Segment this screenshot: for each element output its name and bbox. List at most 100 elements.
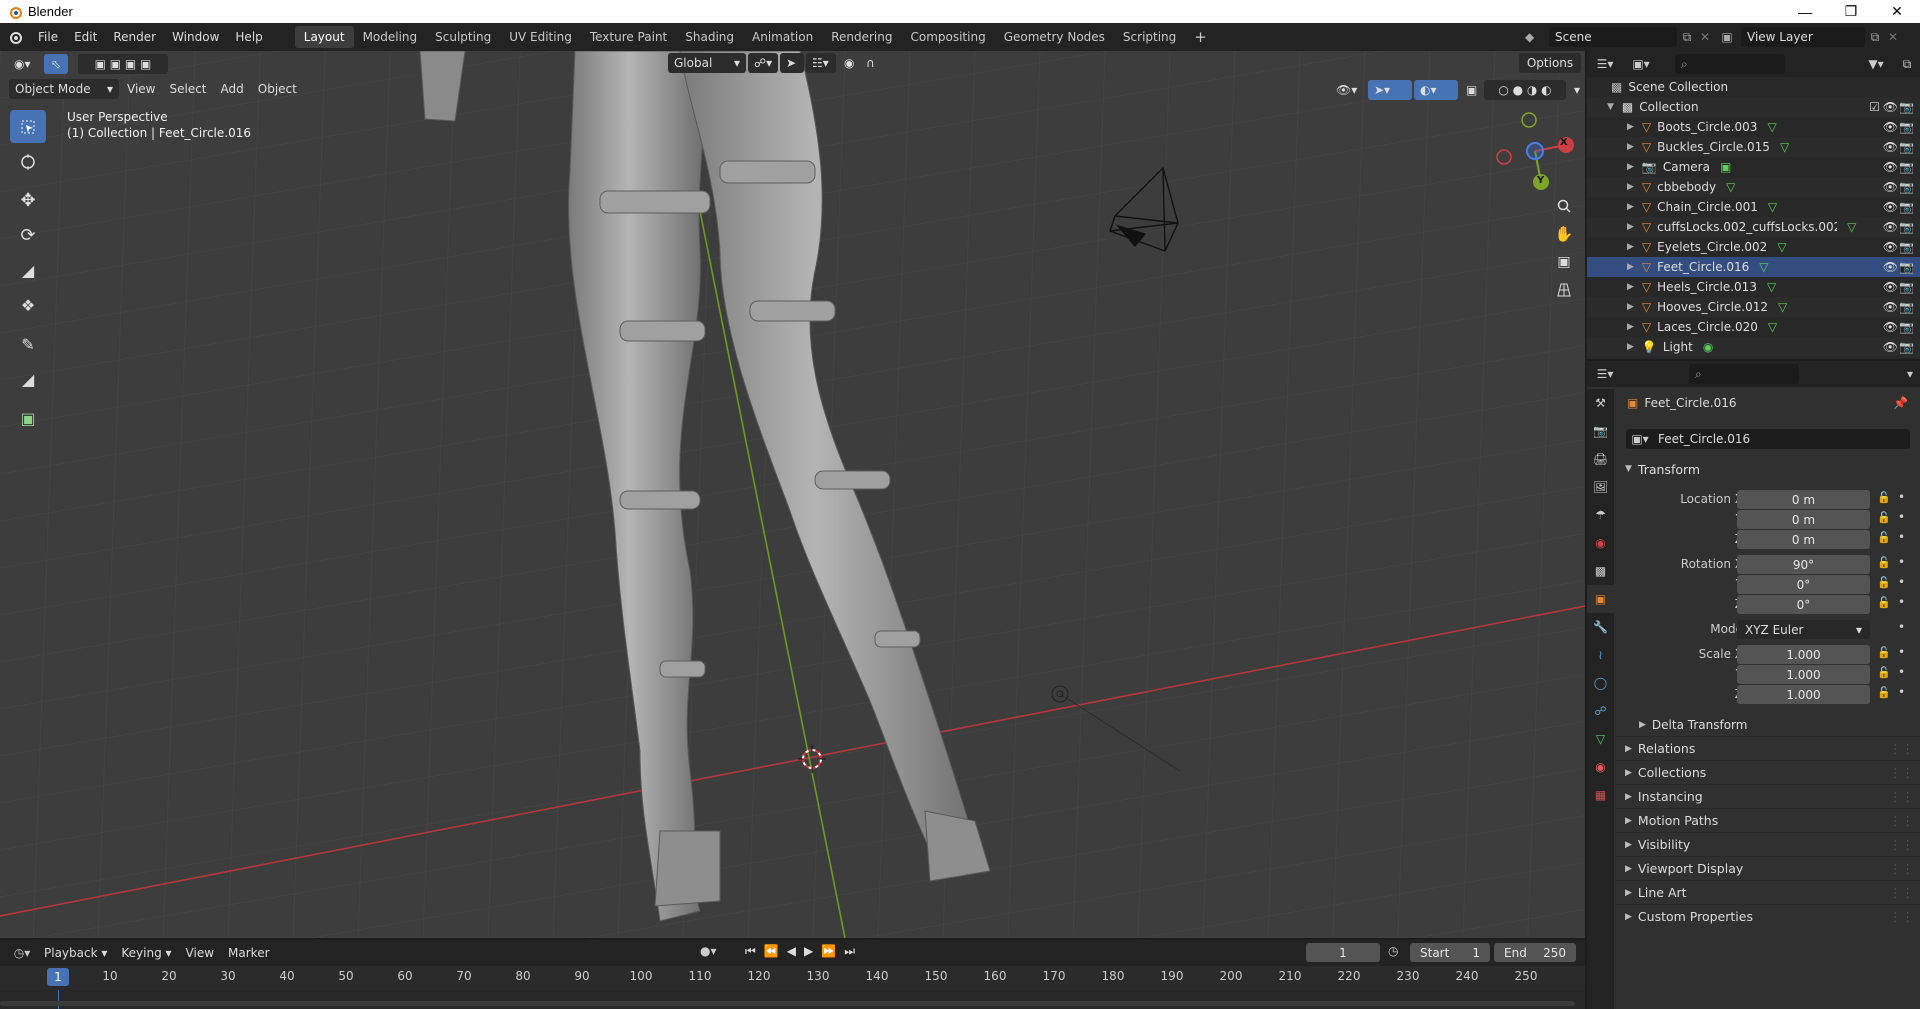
world-tab-icon[interactable]: ◉ bbox=[1587, 529, 1614, 557]
panel-header-visibility[interactable]: ▶ Visibility ⋮⋮ bbox=[1617, 832, 1920, 856]
panel-header-line-art[interactable]: ▶ Line Art ⋮⋮ bbox=[1617, 880, 1920, 904]
expand-chevron-icon[interactable]: ▶ bbox=[1627, 222, 1634, 232]
render-camera-icon[interactable]: 📷 bbox=[1899, 320, 1914, 334]
location-y-field[interactable]: 0 m bbox=[1737, 510, 1870, 529]
drag-handle-icon[interactable]: ⋮⋮ bbox=[1889, 813, 1914, 828]
filter-icon[interactable]: ▼▾ bbox=[1858, 57, 1894, 71]
lock-icon[interactable]: 🔓 bbox=[1877, 531, 1891, 544]
outliner-item[interactable]: ▶ ▽ Hooves_Circle.012 ▽ 👁 📷 bbox=[1587, 297, 1920, 317]
expand-chevron-icon[interactable]: ▶ bbox=[1627, 342, 1634, 352]
playhead[interactable]: 1 bbox=[47, 968, 69, 986]
menu-file[interactable]: File bbox=[30, 26, 66, 48]
preview-range-icon[interactable]: ◷ bbox=[1388, 944, 1398, 958]
tab-modeling[interactable]: Modeling bbox=[354, 26, 427, 48]
keyframe-dot-icon[interactable]: • bbox=[1898, 685, 1905, 699]
render-camera-icon[interactable]: 📷 bbox=[1899, 120, 1914, 134]
play-icon[interactable]: ▶ bbox=[804, 944, 813, 959]
eye-icon[interactable]: 👁 bbox=[1883, 320, 1898, 334]
timeline-scrollbar[interactable] bbox=[0, 1001, 1575, 1006]
mesh-data-icon[interactable]: ▽ bbox=[1768, 320, 1777, 334]
mesh-data-icon[interactable]: ▽ bbox=[1780, 140, 1789, 154]
new-collection-icon[interactable]: ⧉ bbox=[1894, 57, 1920, 72]
timeline-menu-keying[interactable]: Keying ▾ bbox=[115, 943, 177, 963]
panel-header-collections[interactable]: ▶ Collections ⋮⋮ bbox=[1617, 760, 1920, 784]
viewport-menu-view[interactable]: View bbox=[121, 79, 161, 99]
view-layer-icon[interactable]: ▣ bbox=[1713, 30, 1741, 44]
outliner-item[interactable]: ▶ ▽ Eyelets_Circle.002 ▽ 👁 📷 bbox=[1587, 237, 1920, 257]
render-camera-icon[interactable]: 📷 bbox=[1899, 300, 1914, 314]
scene-tab-icon[interactable]: ☂ bbox=[1587, 501, 1614, 529]
scale-y-field[interactable]: 1.000 bbox=[1737, 665, 1870, 684]
timeline-menu-playback[interactable]: Playback ▾ bbox=[38, 943, 113, 963]
constraints-tab-icon[interactable]: ☍ bbox=[1587, 697, 1614, 725]
render-camera-icon[interactable]: 📷 bbox=[1899, 100, 1914, 114]
tab-animation[interactable]: Animation bbox=[743, 26, 822, 48]
rotate-tool-icon[interactable]: ⟳ bbox=[10, 219, 46, 252]
expand-chevron-icon[interactable]: ▶ bbox=[1627, 282, 1634, 292]
measure-tool-icon[interactable]: ◢ bbox=[10, 363, 46, 396]
move-tool-icon[interactable]: ✥ bbox=[10, 184, 46, 217]
eye-icon[interactable]: 👁 bbox=[1883, 280, 1898, 294]
outliner-scene-collection[interactable]: ▩ Scene Collection bbox=[1587, 77, 1920, 97]
shading-dropdown-icon[interactable]: ▾ bbox=[1568, 80, 1584, 100]
lock-icon[interactable]: 🔓 bbox=[1877, 556, 1891, 569]
mesh-data-icon[interactable]: ▽ bbox=[1778, 300, 1787, 314]
eye-icon[interactable]: 👁 bbox=[1883, 140, 1898, 154]
outliner-item[interactable]: ▶ ▽ Laces_Circle.020 ▽ 👁 📷 bbox=[1587, 317, 1920, 337]
add-workspace-icon[interactable]: + bbox=[1185, 26, 1216, 48]
object-mode-dropdown[interactable]: Object Mode ▾ bbox=[9, 79, 119, 99]
outliner-item[interactable]: ▶ ▽ cuffsLocks.002_cuffsLocks.002_cufl ▽ 👁📷 bbox=[1587, 217, 1920, 237]
tab-uv-editing[interactable]: UV Editing bbox=[500, 26, 581, 48]
remove-view-layer-icon[interactable]: ✕ bbox=[1885, 30, 1901, 44]
jump-end-icon[interactable]: ⏭ bbox=[844, 944, 855, 959]
light-data-icon[interactable]: ◉ bbox=[1703, 340, 1713, 354]
next-keyframe-icon[interactable]: ⏩ bbox=[821, 944, 836, 959]
tab-scripting[interactable]: Scripting bbox=[1114, 26, 1185, 48]
view-layer-tab-icon[interactable]: 🖼 bbox=[1587, 473, 1614, 501]
display-mode-icon[interactable]: ▣▾ bbox=[1623, 57, 1659, 71]
rotation-z-field[interactable]: 0° bbox=[1737, 595, 1870, 614]
outliner-collection[interactable]: ▼ ▩ Collection ☑ 👁 📷 bbox=[1587, 97, 1920, 117]
cursor-tool-icon[interactable] bbox=[10, 145, 46, 178]
view-layer-field[interactable]: View Layer bbox=[1741, 27, 1865, 47]
render-camera-icon[interactable]: 📷 bbox=[1899, 140, 1914, 154]
visibility-icon[interactable]: 👁▾ bbox=[1330, 80, 1366, 100]
render-tab-icon[interactable]: 📷 bbox=[1587, 417, 1614, 445]
prev-keyframe-icon[interactable]: ⏪ bbox=[764, 944, 779, 959]
menu-edit[interactable]: Edit bbox=[66, 26, 105, 48]
scene-icon[interactable]: ◆ bbox=[1525, 30, 1549, 44]
falloff-icon[interactable]: ∩ bbox=[860, 53, 884, 73]
outliner-item[interactable]: ▶ ▽ Buckles_Circle.015 ▽ 👁 📷 bbox=[1587, 137, 1920, 157]
render-camera-icon[interactable]: 📷 bbox=[1899, 240, 1914, 254]
editor-type-icon[interactable]: ◉▾ bbox=[8, 54, 42, 74]
camera-view-icon[interactable]: ▣ bbox=[1550, 248, 1578, 276]
scale-x-field[interactable]: 1.000 bbox=[1737, 645, 1870, 664]
expand-chevron-icon[interactable]: ▶ bbox=[1627, 162, 1634, 172]
outliner-item[interactable]: ▶ ▽ Chain_Circle.001 ▽ 👁 📷 bbox=[1587, 197, 1920, 217]
current-frame-field[interactable]: 1 bbox=[1306, 943, 1380, 962]
panel-header-custom-properties[interactable]: ▶ Custom Properties ⋮⋮ bbox=[1617, 904, 1920, 928]
lock-icon[interactable]: 🔓 bbox=[1877, 686, 1891, 699]
frame-ruler[interactable]: 1 10 20 30 40 50 60 70 80 90 100 110 120 130 140 150 16… bbox=[0, 966, 1585, 990]
record-icon[interactable]: ●▾ bbox=[700, 944, 717, 958]
minimize-icon[interactable]: — bbox=[1782, 0, 1828, 23]
checkbox-icon[interactable]: ☑ bbox=[1869, 100, 1880, 114]
shading-mode-group[interactable]: ○ ● ◑ ◐ bbox=[1484, 80, 1566, 100]
tab-shading[interactable]: Shading bbox=[676, 26, 743, 48]
render-camera-icon[interactable]: 📷 bbox=[1899, 220, 1914, 234]
physics-tab-icon[interactable]: ◯ bbox=[1587, 669, 1614, 697]
menu-window[interactable]: Window bbox=[164, 26, 227, 48]
pan-hand-icon[interactable]: ✋ bbox=[1550, 220, 1578, 248]
timeline-menu-marker[interactable]: Marker bbox=[222, 943, 275, 963]
drag-handle-icon[interactable]: ⋮⋮ bbox=[1889, 837, 1914, 852]
object-tab-icon[interactable]: ▣ bbox=[1587, 585, 1614, 613]
render-camera-icon[interactable]: 📷 bbox=[1899, 340, 1914, 354]
expand-chevron-icon[interactable]: ▶ bbox=[1627, 242, 1634, 252]
pivot-icon[interactable]: ☍▾ bbox=[748, 53, 778, 73]
drag-handle-icon[interactable]: ⋮⋮ bbox=[1889, 789, 1914, 804]
eye-icon[interactable]: 👁 bbox=[1883, 200, 1898, 214]
close-icon[interactable]: ✕ bbox=[1874, 0, 1920, 23]
3d-viewport[interactable]: X Y User Perspective (1) Collection | Fe… bbox=[0, 51, 1585, 938]
delta-transform-header[interactable]: ▶ Delta Transform bbox=[1617, 714, 1920, 736]
output-tab-icon[interactable]: 🖨 bbox=[1587, 445, 1614, 473]
